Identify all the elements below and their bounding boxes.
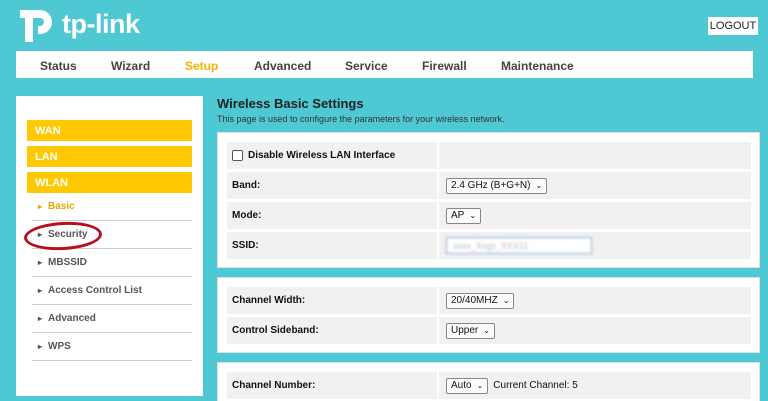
sidebar-item-label: Security (48, 229, 88, 240)
bullet-icon: ▸ (38, 286, 43, 295)
channel-number-label: Channel Number: (232, 380, 316, 391)
channel-number-value-cell: Auto ⌄ Current Channel: 5 (437, 372, 751, 399)
disable-wlan-value-cell (437, 142, 751, 169)
page-description: This page is used to configure the param… (217, 114, 505, 124)
bullet-icon: ▸ (38, 258, 43, 267)
sidebar-item-wlan[interactable]: WLAN (27, 172, 192, 193)
sidebar-item-access-control-list[interactable]: ▸ Access Control List (32, 277, 192, 305)
band-value-cell: 2.4 GHz (B+G+N) ⌄ (437, 172, 751, 199)
nav-advanced[interactable]: Advanced (254, 59, 311, 73)
sidebar-item-advanced[interactable]: ▸ Advanced (32, 305, 192, 333)
mode-select[interactable]: AP ⌄ (446, 207, 482, 224)
disable-wlan-label-cell: Disable Wireless LAN Interface (232, 142, 435, 169)
bullet-icon: ▸ (38, 230, 43, 239)
chevron-down-icon: ⌄ (502, 296, 510, 305)
wireless-basic-panel: Disable Wireless LAN Interface Band: 2.4… (217, 132, 760, 268)
main-nav: Status Wizard Setup Advanced Service Fir… (16, 51, 753, 78)
sidebar-item-security[interactable]: ▸ Security (32, 221, 192, 249)
band-select[interactable]: 2.4 GHz (B+G+N) ⌄ (446, 177, 548, 194)
channel-panel: Channel Width: 20/40MHZ ⌄ Control Sideba… (217, 277, 760, 353)
sidebar-item-mbssid[interactable]: ▸ MBSSID (32, 249, 192, 277)
sidebar-item-label: MBSSID (48, 257, 87, 268)
mode-value-cell: AP ⌄ (437, 202, 751, 229)
mode-row: Mode: AP ⌄ (227, 202, 751, 229)
tp-link-logo-icon (16, 4, 56, 44)
sidebar-item-label: Advanced (48, 313, 96, 324)
disable-wlan-checkbox[interactable] (232, 150, 243, 161)
channel-number-select[interactable]: Auto ⌄ (446, 377, 489, 394)
control-sideband-row: Control Sideband: Upper ⌄ (227, 317, 751, 344)
nav-setup[interactable]: Setup (185, 59, 218, 73)
nav-wizard[interactable]: Wizard (111, 59, 150, 73)
control-sideband-label: Control Sideband: (232, 325, 319, 336)
sidebar-item-wan[interactable]: WAN (27, 120, 192, 141)
bullet-icon: ▸ (38, 202, 43, 211)
band-row: Band: 2.4 GHz (B+G+N) ⌄ (227, 172, 751, 199)
channel-width-select[interactable]: 20/40MHZ ⌄ (446, 292, 515, 309)
chevron-down-icon: ⌄ (483, 326, 490, 335)
channel-width-label: Channel Width: (232, 295, 306, 306)
control-sideband-select[interactable]: Upper ⌄ (446, 322, 495, 339)
control-sideband-value-cell: Upper ⌄ (437, 317, 751, 344)
ssid-row: SSID: xxxx_Xxgz_XXX11 (227, 232, 751, 259)
sidebar: WAN LAN WLAN ▸ Basic ▸ Security ▸ MBSSID… (16, 96, 203, 396)
mode-selected-value: AP (451, 210, 465, 221)
current-channel-text: Current Channel: 5 (493, 380, 578, 391)
ssid-label: SSID: (232, 240, 259, 251)
ssid-value-cell: xxxx_Xxgz_XXX11 (437, 232, 751, 259)
chevron-down-icon: ⌄ (469, 211, 477, 220)
nav-status[interactable]: Status (40, 59, 77, 73)
bullet-icon: ▸ (38, 314, 43, 323)
disable-wlan-label: Disable Wireless LAN Interface (248, 150, 396, 161)
chevron-down-icon: ⌄ (535, 181, 543, 190)
band-label: Band: (232, 180, 261, 191)
nav-service[interactable]: Service (345, 59, 388, 73)
mode-label: Mode: (232, 210, 262, 221)
channel-width-selected-value: 20/40MHZ (451, 295, 498, 306)
sidebar-item-label: Access Control List (48, 285, 142, 296)
nav-firewall[interactable]: Firewall (422, 59, 467, 73)
band-selected-value: 2.4 GHz (B+G+N) (451, 180, 531, 191)
channel-number-panel: Channel Number: Auto ⌄ Current Channel: … (217, 362, 760, 401)
chevron-down-icon: ⌄ (476, 381, 484, 390)
channel-number-selected-value: Auto (451, 380, 472, 391)
brand-name: tp-link (62, 8, 140, 39)
disable-wlan-row: Disable Wireless LAN Interface (227, 142, 751, 169)
sidebar-item-wps[interactable]: ▸ WPS (32, 333, 192, 361)
ssid-input[interactable]: xxxx_Xxgz_XXX11 (446, 237, 592, 254)
sidebar-item-basic[interactable]: ▸ Basic (32, 193, 192, 221)
channel-width-value-cell: 20/40MHZ ⌄ (437, 287, 751, 314)
channel-width-row: Channel Width: 20/40MHZ ⌄ (227, 287, 751, 314)
sidebar-item-label: Basic (48, 201, 75, 212)
tp-link-logo: tp-link (16, 4, 140, 44)
bullet-icon: ▸ (38, 342, 43, 351)
logout-button[interactable]: LOGOUT (708, 17, 758, 35)
page-title: Wireless Basic Settings (217, 96, 364, 111)
sidebar-item-label: WPS (48, 341, 71, 352)
control-sideband-selected-value: Upper (451, 325, 479, 336)
sidebar-item-lan[interactable]: LAN (27, 146, 192, 167)
channel-number-row: Channel Number: Auto ⌄ Current Channel: … (227, 372, 751, 399)
nav-maintenance[interactable]: Maintenance (501, 59, 574, 73)
